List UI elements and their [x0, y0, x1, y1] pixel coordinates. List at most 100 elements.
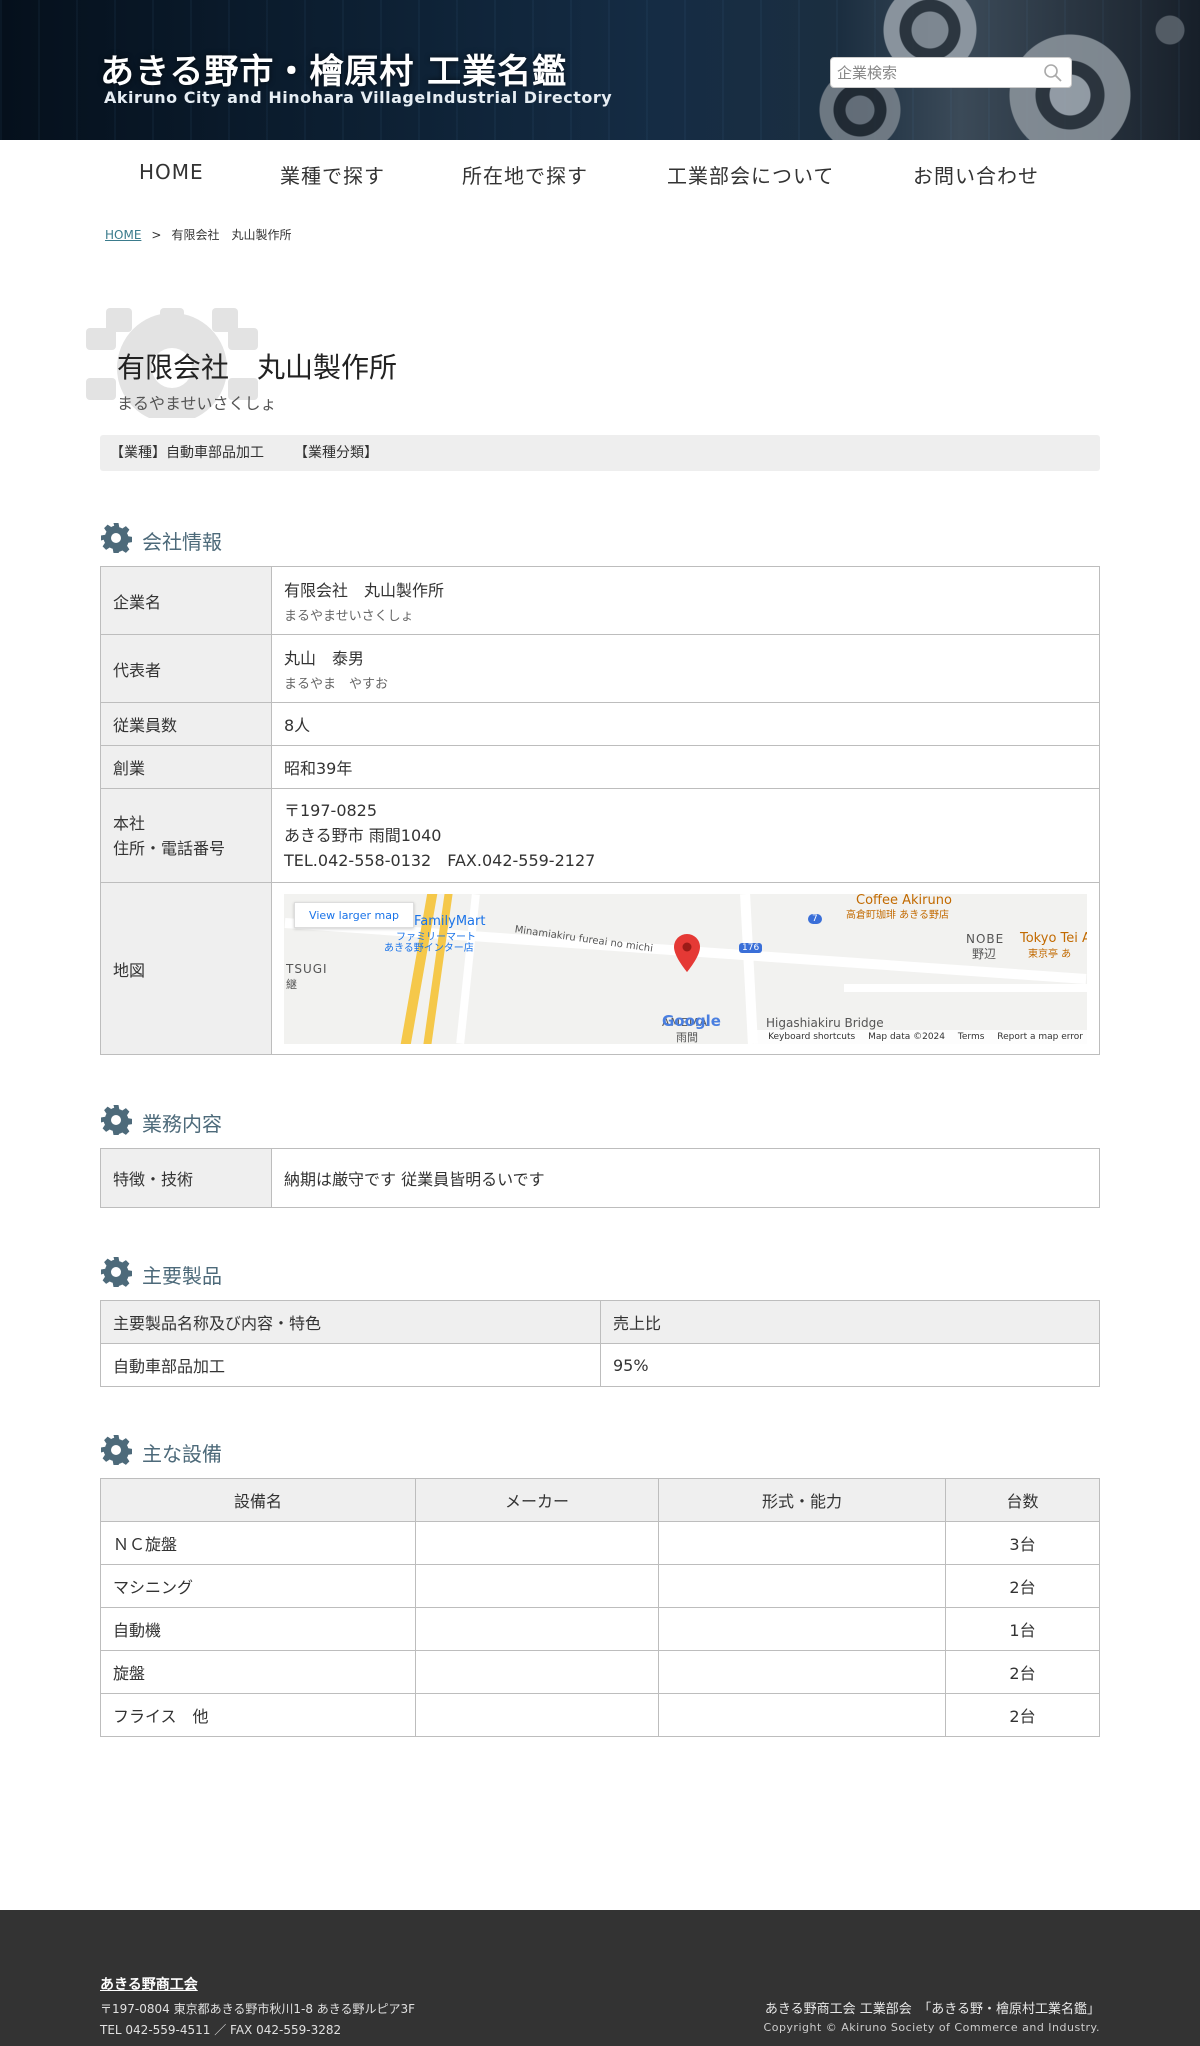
equipment-count: 3台 [945, 1521, 1100, 1565]
product-ratio: 95% [600, 1343, 1100, 1387]
equipment-count: 2台 [945, 1693, 1100, 1737]
gear-icon [101, 1257, 132, 1287]
equipment-maker [415, 1607, 659, 1651]
google-logo: Google [662, 1011, 721, 1030]
map-label-nobe: NOBE [966, 931, 1005, 946]
nav-about[interactable]: 工業部会について [667, 160, 834, 189]
company-name-label: 企業名 [100, 566, 272, 635]
table-row: 企業名 有限会社 丸山製作所 まるやませいさくしょ [100, 566, 1100, 635]
table-row: 代表者 丸山 泰男 まるやま やすお [100, 634, 1100, 703]
company-name-value: 有限会社 丸山製作所 [284, 581, 445, 600]
nav-contact[interactable]: お問い合わせ [913, 160, 1039, 189]
representative-kana: まるやま やすお [284, 677, 389, 692]
representative-label: 代表者 [100, 634, 272, 703]
site-subtitle: Akiruno City and Hinohara VillageIndustr… [104, 88, 613, 107]
search-box [830, 57, 1072, 88]
embedded-map[interactable]: View larger map FamilyMart ファミリーマート あきる野… [284, 893, 1087, 1044]
equipment-name: フライス 他 [100, 1693, 416, 1737]
terms-link[interactable]: Terms [958, 1032, 985, 1042]
equipment-maker [415, 1693, 659, 1737]
representative-value: 丸山 泰男 [284, 649, 365, 668]
site-title[interactable]: あきる野市・檜原村 工業名鑑 [100, 44, 567, 93]
headquarters-label-1: 本社 [113, 813, 146, 833]
breadcrumb-separator: > [151, 228, 162, 242]
map-attribution: Keyboard shortcuts Map data ©2024 Terms … [754, 1029, 1087, 1044]
footer-site-name: あきる野商工会 工業部会 「あきる野・檜原村工業名鑑」 [764, 2002, 1100, 2017]
page-title-kana: まるやませいさくしょ [117, 394, 277, 413]
product-name: 自動車部品加工 [100, 1343, 601, 1387]
footer-copyright: Copyright © Akiruno Society of Commerce … [763, 2021, 1100, 2034]
site-footer: あきる野商工会 〒197-0804 東京都あきる野市秋川1-8 あきる野ルピア3… [0, 1910, 1200, 2046]
company-info-table: 企業名 有限会社 丸山製作所 まるやませいさくしょ 代表者 丸山 泰男 まるやま… [100, 566, 1100, 1055]
footer-tel: TEL 042-559-4511 ／ FAX 042-559-3282 [100, 2023, 342, 2037]
postal-code: 〒197-0825 [284, 801, 378, 820]
map-label: 地図 [100, 882, 272, 1055]
nav-by-industry[interactable]: 業種で探す [280, 160, 385, 189]
employees-label: 従業員数 [100, 702, 272, 746]
equipment-count: 1台 [945, 1607, 1100, 1651]
location-pin-icon[interactable] [674, 933, 700, 972]
column-header: 売上比 [600, 1300, 1100, 1344]
table-header-row: 主要製品名称及び内容・特色 売上比 [100, 1300, 1100, 1344]
equipment-table: 設備名 メーカー 形式・能力 台数 ＮＣ旋盤 3台 マシニング 2台 自動機 1… [100, 1478, 1100, 1737]
section-title: 主要製品 [142, 1264, 222, 1288]
route-176-shield: 176 [739, 942, 763, 953]
map-label-familymart: FamilyMart [414, 913, 486, 929]
gear-icon [101, 1435, 132, 1465]
map-label-tokyo-jp: 東京亭 あ [1028, 948, 1072, 960]
table-row: 旋盤 2台 [100, 1650, 1100, 1694]
view-larger-map-button[interactable]: View larger map [294, 901, 414, 928]
equipment-count: 2台 [945, 1564, 1100, 1608]
column-header: 形式・能力 [658, 1478, 946, 1522]
map-label-tsugi-jp: 継 [286, 977, 297, 991]
equipment-type [658, 1693, 946, 1737]
equipment-count: 2台 [945, 1650, 1100, 1694]
table-row: 地図 View larger map FamilyMart ファミリーマート あ… [100, 882, 1100, 1055]
table-row: 本社 住所・電話番号 〒197-0825 あきる野市 雨間1040 TEL.04… [100, 788, 1100, 883]
industry-bar: 【業種】自動車部品加工 【業種分類】 [100, 435, 1100, 471]
search-input[interactable] [831, 58, 1031, 87]
column-header: メーカー [415, 1478, 659, 1522]
breadcrumb-current: 有限会社 丸山製作所 [171, 228, 292, 242]
map-label-bridge: Higashiakiru Bridge [766, 1015, 884, 1030]
representative-cell: 丸山 泰男 まるやま やすお [271, 634, 1100, 703]
map-label-tokyo: Tokyo Tei A [1020, 930, 1087, 946]
phone-fax: TEL.042-558-0132 FAX.042-559-2127 [284, 851, 596, 870]
breadcrumb-home-link[interactable]: HOME [105, 228, 141, 242]
main-nav: HOME 業種で探す 所在地で探す 工業部会について お問い合わせ [0, 160, 1200, 205]
equipment-name: 自動機 [100, 1607, 416, 1651]
table-row: フライス 他 2台 [100, 1693, 1100, 1737]
footer-org-link[interactable]: あきる野商工会 [100, 1974, 198, 1994]
equipment-maker [415, 1650, 659, 1694]
employees-value: 8人 [271, 702, 1100, 746]
equipment-name: マシニング [100, 1564, 416, 1608]
site-header: あきる野市・檜原村 工業名鑑 Akiruno City and Hinohara… [0, 0, 1200, 140]
report-map-error-link[interactable]: Report a map error [997, 1032, 1083, 1042]
table-row: 自動車部品加工 95% [100, 1343, 1100, 1387]
industry-label: 【業種】自動車部品加工 [110, 445, 264, 461]
map-label-tsugi: TSUGI [286, 961, 328, 976]
equipment-type [658, 1521, 946, 1565]
map-data-text: Map data ©2024 [868, 1031, 946, 1042]
equipment-maker [415, 1564, 659, 1608]
gear-icon [101, 523, 132, 553]
features-value: 納期は厳守です 従業員皆明るいです [271, 1148, 1100, 1208]
section-title: 業務内容 [142, 1112, 222, 1136]
page-title: 有限会社 丸山製作所 [117, 351, 398, 384]
business-table: 特徴・技術 納期は厳守です 従業員皆明るいです [100, 1148, 1100, 1208]
equipment-name: 旋盤 [100, 1650, 416, 1694]
search-icon[interactable] [1043, 63, 1063, 83]
section-title: 会社情報 [142, 530, 222, 554]
map-label-coffee-jp: 高倉町珈琲 あきる野店 [846, 909, 949, 921]
headquarters-label: 本社 住所・電話番号 [100, 788, 272, 883]
features-label: 特徴・技術 [100, 1148, 272, 1208]
nav-home[interactable]: HOME [139, 160, 204, 184]
headquarters-cell: 〒197-0825 あきる野市 雨間1040 TEL.042-558-0132 … [271, 788, 1100, 883]
keyboard-shortcuts-link[interactable]: Keyboard shortcuts [768, 1032, 855, 1042]
founded-value: 昭和39年 [271, 745, 1100, 789]
section-title: 主な設備 [142, 1442, 222, 1466]
nav-by-location[interactable]: 所在地で探す [462, 160, 588, 189]
map-road [740, 893, 758, 1044]
equipment-name: ＮＣ旋盤 [100, 1521, 416, 1565]
footer-address: 〒197-0804 東京都あきる野市秋川1-8 あきる野ルピア3F [100, 2002, 416, 2016]
